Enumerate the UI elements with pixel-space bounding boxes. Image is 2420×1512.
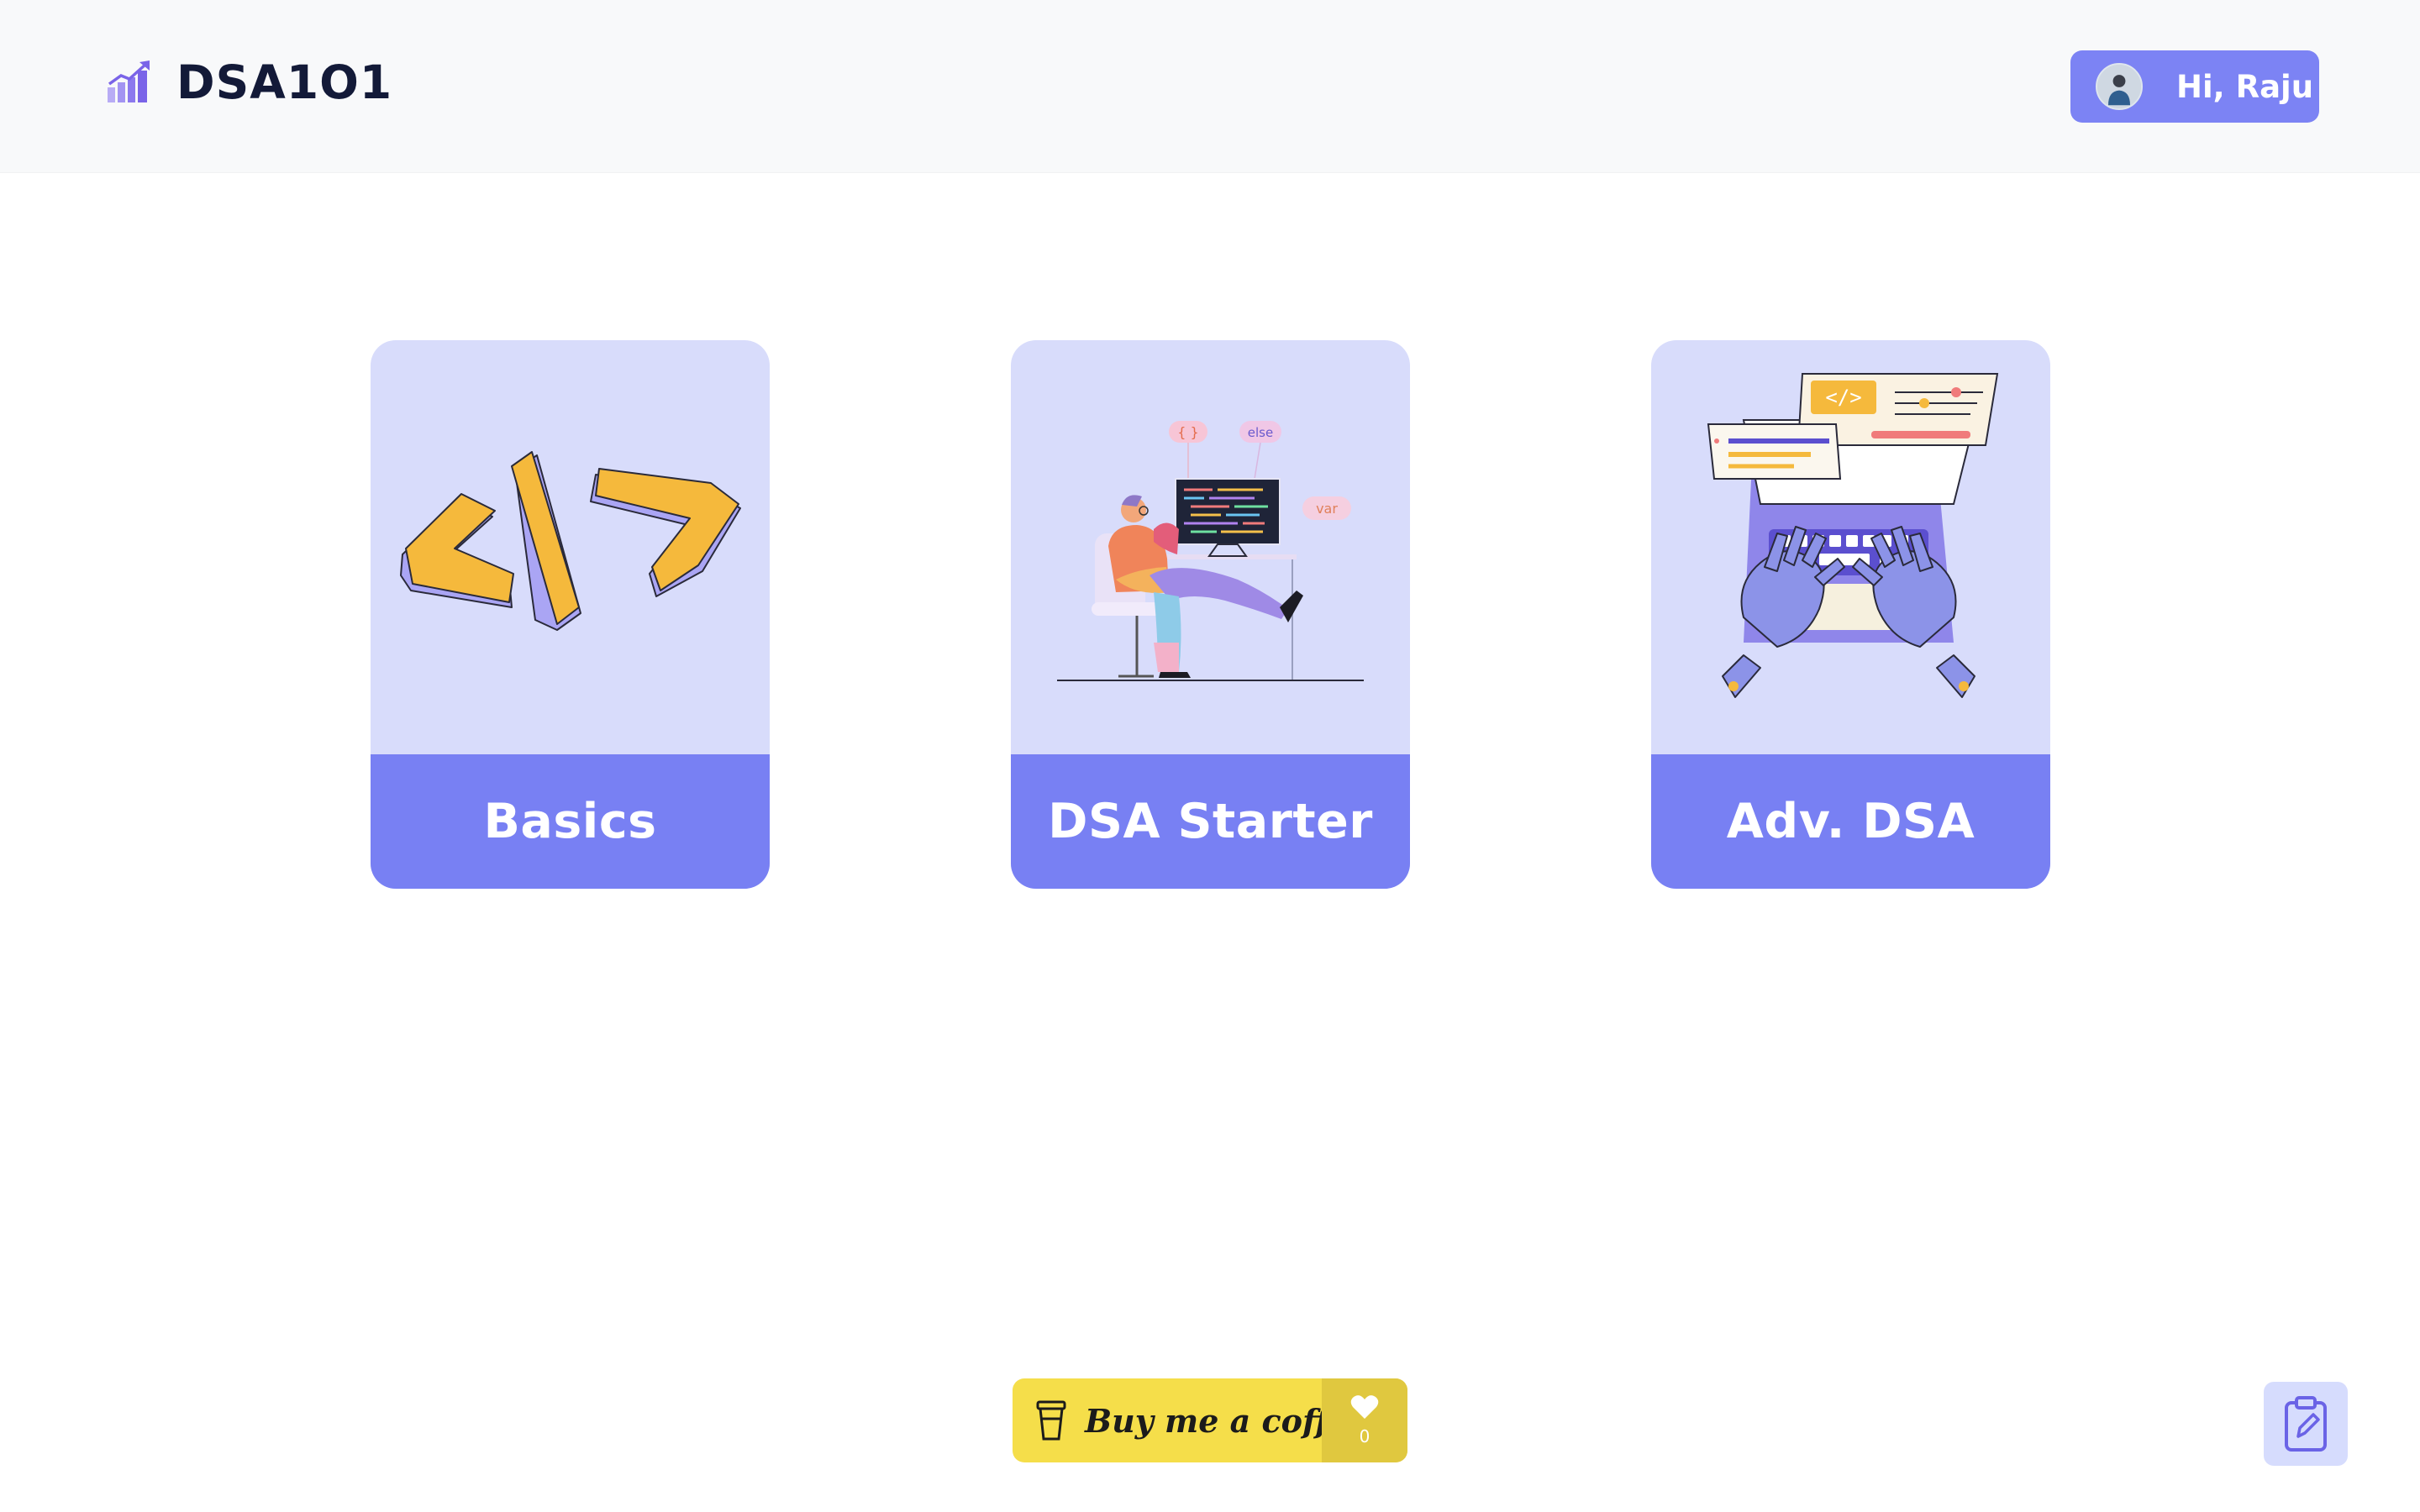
notes-button[interactable] xyxy=(2264,1382,2348,1466)
brand-logo[interactable]: DSA1O1 xyxy=(106,55,392,109)
like-counter[interactable]: 0 xyxy=(1322,1378,1407,1462)
card-footer: Adv. DSA xyxy=(1651,754,2050,889)
card-title: DSA Starter xyxy=(1048,794,1373,849)
card-footer: Basics xyxy=(371,754,770,889)
clipboard-edit-icon xyxy=(2285,1396,2327,1452)
tag-braces: { } xyxy=(1177,424,1198,440)
card-title: Basics xyxy=(483,794,657,849)
user-greeting: Hi, Raju xyxy=(2176,68,2314,105)
like-count: 0 xyxy=(1359,1426,1370,1446)
code-brackets-icon xyxy=(400,451,741,631)
brand-name: DSA1O1 xyxy=(176,55,393,109)
buy-me-a-coffee-button[interactable]: Buy me a coffee 0 xyxy=(1013,1378,1407,1462)
coffee-cup-icon xyxy=(1036,1400,1066,1441)
chart-growth-icon xyxy=(108,60,150,102)
user-menu-button[interactable]: Hi, Raju xyxy=(2070,50,2319,123)
top-header: DSA1O1 Hi, Raju xyxy=(0,0,2420,173)
user-avatar xyxy=(2096,63,2143,110)
card-footer: DSA Starter xyxy=(1011,754,1410,889)
card-basics[interactable]: Basics xyxy=(371,340,770,889)
robot-hands-typing-illustration: </> xyxy=(1707,373,1999,698)
svg-text:</>: </> xyxy=(1825,386,1861,409)
card-title: Adv. DSA xyxy=(1726,794,1975,849)
heart-icon xyxy=(1350,1395,1379,1419)
developer-at-desk-illustration: { } else var xyxy=(1057,421,1364,681)
tag-var: var xyxy=(1316,501,1338,517)
card-adv-dsa[interactable]: </> Adv. DSA xyxy=(1651,340,2050,889)
tag-else: else xyxy=(1248,425,1273,440)
card-dsa-starter[interactable]: { } else var DSA Starter xyxy=(1011,340,1410,889)
